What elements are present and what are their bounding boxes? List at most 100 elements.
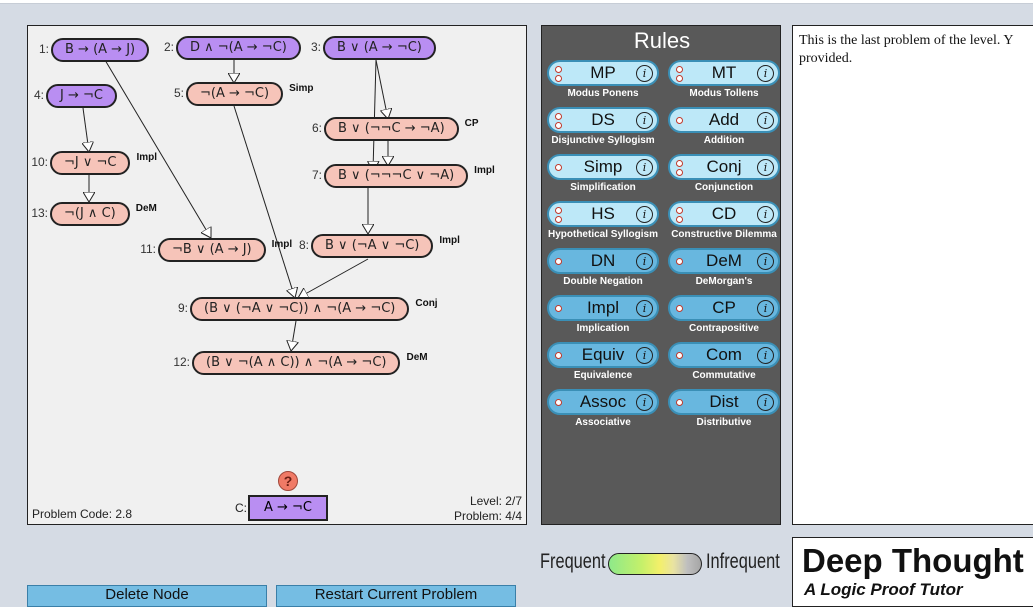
brand-panel: Deep Thought A Logic Proof Tutor [792, 537, 1033, 607]
node-rule: Simp [289, 83, 314, 94]
node-formula[interactable]: (B ∨ (¬A ∨ ¬C)) ∧ ¬(A → ¬C) [190, 297, 410, 321]
rule-mt[interactable]: MT i Modus Tollens [668, 60, 780, 99]
proof-node-9[interactable]: 9: (B ∨ (¬A ∨ ¬C)) ∧ ¬(A → ¬C) Conj [178, 297, 438, 321]
node-formula[interactable]: B ∨ (¬¬C → ¬A) [324, 117, 459, 141]
info-icon[interactable]: i [636, 65, 653, 82]
proof-node-7[interactable]: 7: B ∨ (¬¬¬C ∨ ¬A) Impl [312, 164, 495, 188]
rule-full-name: Contrapositive [688, 323, 759, 334]
message-text: This is the last problem of the level. Y… [799, 33, 1013, 66]
rule-button-impl[interactable]: Impl i [547, 295, 659, 321]
info-icon[interactable]: i [757, 206, 774, 223]
rule-button-mp[interactable]: MP i [547, 60, 659, 86]
proof-node-12[interactable]: 12: (B ∨ ¬(A ∧ C)) ∧ ¬(A → ¬C) DeM [173, 351, 428, 375]
rule-mp[interactable]: MP i Modus Ponens [547, 60, 659, 99]
rule-button-hs[interactable]: HS i [547, 201, 659, 227]
node-formula[interactable]: ¬(J ∧ C) [50, 202, 130, 226]
rule-full-name: Simplification [570, 182, 636, 193]
node-number: 12: [173, 355, 190, 369]
node-number: 4: [33, 88, 44, 102]
problem-text: Problem: 4/4 [453, 509, 522, 523]
node-rule: DeM [135, 203, 157, 214]
restart-problem-button[interactable]: Restart Current Problem [276, 585, 516, 607]
info-icon[interactable]: i [636, 253, 653, 270]
info-icon[interactable]: i [757, 347, 774, 364]
node-formula[interactable]: ¬B ∨ (A → J) [158, 238, 266, 262]
info-icon[interactable]: i [757, 112, 774, 129]
node-rule: Impl [136, 152, 158, 163]
proof-node-4[interactable]: 4: J → ¬C [34, 84, 117, 108]
rule-button-ds[interactable]: DS i [547, 107, 659, 133]
proof-node-3[interactable]: 3: B ∨ (A → ¬C) [311, 36, 436, 60]
proof-node-2[interactable]: 2: D ∧ ¬(A → ¬C) [164, 36, 301, 60]
info-icon[interactable]: i [636, 112, 653, 129]
rule-button-dist[interactable]: Dist i [668, 389, 780, 415]
proof-node-10[interactable]: 10: ¬J ∨ ¬C Impl [31, 151, 157, 175]
rule-simp[interactable]: Simp i Simplification [547, 154, 659, 193]
node-formula[interactable]: J → ¬C [46, 84, 117, 108]
proof-node-13[interactable]: 13: ¬(J ∧ C) DeM [31, 202, 157, 226]
rule-full-name: Constructive Dilemma [671, 229, 777, 240]
rule-dem[interactable]: DeM i DeMorgan's [668, 248, 780, 287]
node-formula[interactable]: ¬(A → ¬C) [186, 82, 284, 106]
node-number: 1: [38, 42, 49, 56]
node-formula[interactable]: D ∧ ¬(A → ¬C) [176, 36, 301, 60]
message-panel: This is the last problem of the level. Y… [792, 25, 1033, 525]
proof-node-8[interactable]: 8: B ∨ (¬A ∨ ¬C) Impl [299, 234, 460, 258]
problem-code: Problem Code: 2.8 [32, 507, 133, 521]
rule-conj[interactable]: Conj i Conjunction [668, 154, 780, 193]
rule-button-cp[interactable]: CP i [668, 295, 780, 321]
node-formula[interactable]: B ∨ (A → ¬C) [323, 36, 436, 60]
rule-equiv[interactable]: Equiv i Equivalence [547, 342, 659, 381]
rule-button-assoc[interactable]: Assoc i [547, 389, 659, 415]
proof-node-5[interactable]: 5: ¬(A → ¬C) Simp [174, 82, 314, 106]
info-icon[interactable]: i [757, 253, 774, 270]
rule-dist[interactable]: Dist i Distributive [668, 389, 780, 428]
rule-button-com[interactable]: Com i [668, 342, 780, 368]
info-icon[interactable]: i [636, 394, 653, 411]
info-icon[interactable]: i [636, 159, 653, 176]
rule-button-add[interactable]: Add i [668, 107, 780, 133]
proof-node-6[interactable]: 6: B ∨ (¬¬C → ¬A) CP [312, 117, 479, 141]
rule-hs[interactable]: HS i Hypothetical Syllogism [547, 201, 659, 240]
info-icon[interactable]: i [757, 159, 774, 176]
proof-node-1[interactable]: 1: B → (A → J) [39, 38, 150, 62]
rule-cp[interactable]: CP i Contrapositive [668, 295, 780, 334]
rule-button-cd[interactable]: CD i [668, 201, 780, 227]
rules-title: Rules [633, 28, 691, 53]
rule-dn[interactable]: DN i Double Negation [547, 248, 659, 287]
proof-canvas[interactable]: 1: B → (A → J) 2: D ∧ ¬(A → ¬C) 3: B ∨ (… [27, 25, 527, 525]
node-number: 10: [31, 155, 48, 169]
rule-button-equiv[interactable]: Equiv i [547, 342, 659, 368]
rule-full-name: Double Negation [563, 276, 643, 287]
info-icon[interactable]: i [757, 300, 774, 317]
rule-button-mt[interactable]: MT i [668, 60, 780, 86]
goal-formula[interactable]: A → ¬C [248, 495, 328, 521]
rule-add[interactable]: Add i Addition [668, 107, 780, 146]
rule-ds[interactable]: DS i Disjunctive Syllogism [547, 107, 659, 146]
rule-full-name: Associative [575, 417, 631, 428]
rule-assoc[interactable]: Assoc i Associative [547, 389, 659, 428]
info-icon[interactable]: i [636, 300, 653, 317]
rule-impl[interactable]: Impl i Implication [547, 295, 659, 334]
proof-node-11[interactable]: 11: ¬B ∨ (A → J) Impl [140, 238, 292, 262]
node-formula[interactable]: (B ∨ ¬(A ∧ C)) ∧ ¬(A → ¬C) [192, 351, 401, 375]
node-formula[interactable]: B ∨ (¬A ∨ ¬C) [311, 234, 434, 258]
node-formula[interactable]: B → (A → J) [51, 38, 150, 62]
help-icon[interactable]: ? [278, 471, 298, 491]
info-icon[interactable]: i [636, 206, 653, 223]
rule-cd[interactable]: CD i Constructive Dilemma [668, 201, 780, 240]
rule-button-dn[interactable]: DN i [547, 248, 659, 274]
frequent-label: Frequent [540, 550, 606, 573]
node-rule: DeM [406, 352, 428, 363]
brand-subtitle: A Logic Proof Tutor [804, 580, 963, 599]
info-icon[interactable]: i [757, 65, 774, 82]
rule-button-conj[interactable]: Conj i [668, 154, 780, 180]
rule-button-simp[interactable]: Simp i [547, 154, 659, 180]
info-icon[interactable]: i [757, 394, 774, 411]
info-icon[interactable]: i [636, 347, 653, 364]
rule-com[interactable]: Com i Commutative [668, 342, 780, 381]
delete-node-button[interactable]: Delete Node [27, 585, 267, 607]
rule-button-dem[interactable]: DeM i [668, 248, 780, 274]
node-formula[interactable]: B ∨ (¬¬¬C ∨ ¬A) [324, 164, 469, 188]
node-formula[interactable]: ¬J ∨ ¬C [50, 151, 131, 175]
